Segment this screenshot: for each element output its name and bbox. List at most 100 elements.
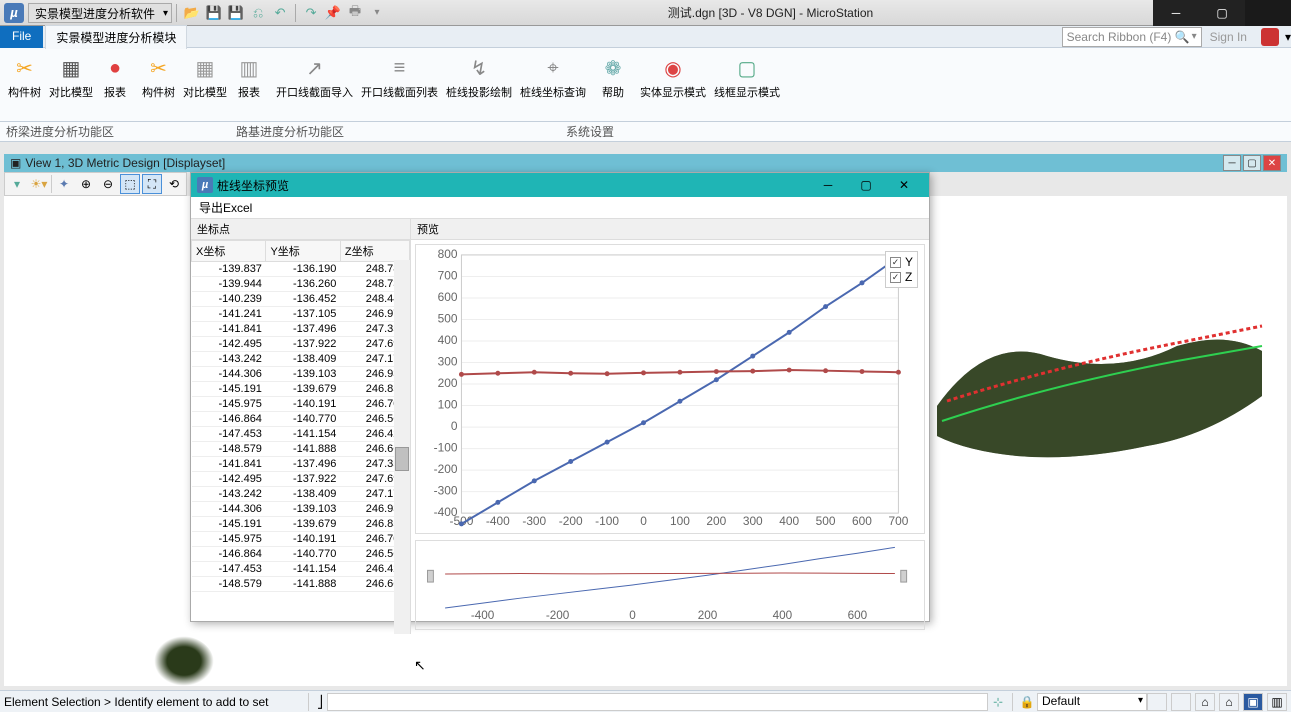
minimize-button[interactable]: ─ — [1153, 0, 1199, 26]
print-icon[interactable]: 🖶 — [346, 4, 364, 22]
ribbon-btn-11[interactable]: ◉实体显示模式 — [636, 52, 710, 102]
save-icon[interactable]: 💾 — [205, 4, 223, 22]
adjust-icon[interactable]: ✦ — [54, 174, 74, 194]
terrain-fragment — [154, 636, 214, 686]
table-row[interactable]: -139.944-136.260248.739 — [192, 277, 410, 292]
table-row[interactable]: -146.864-140.770246.563 — [192, 547, 410, 562]
ribbon-btn-9[interactable]: ⌖桩线坐标查询 — [516, 52, 590, 102]
svg-text:0: 0 — [640, 514, 647, 528]
level-dropdown[interactable]: Default — [1037, 693, 1147, 711]
sb-icon-3[interactable]: ⌂ — [1195, 693, 1215, 711]
table-row[interactable]: -139.837-136.190248.782 — [192, 262, 410, 277]
legend-y-checkbox[interactable]: ✓ — [890, 257, 901, 268]
svg-text:400: 400 — [773, 609, 793, 622]
table-row[interactable]: -147.453-141.154246.423 — [192, 562, 410, 577]
search-chevron-icon: ▾ — [1192, 31, 1197, 42]
table-row[interactable]: -141.841-137.496247.356 — [192, 322, 410, 337]
sb-icon-2[interactable] — [1171, 693, 1191, 711]
export-excel-button[interactable]: 导出Excel — [199, 201, 252, 215]
legend-z-checkbox[interactable]: ✓ — [890, 272, 901, 283]
table-row[interactable]: -142.495-137.922247.694 — [192, 472, 410, 487]
ribbon-btn-8[interactable]: ↯桩线投影绘制 — [442, 52, 516, 102]
svg-text:-200: -200 — [559, 514, 583, 528]
ribbon-btn-7[interactable]: ≡开口线截面列表 — [357, 52, 442, 102]
table-row[interactable]: -141.841-137.496247.356 — [192, 457, 410, 472]
ribbon-search[interactable]: Search Ribbon (F4) 🔍 ▾ — [1062, 27, 1202, 47]
view-close-button[interactable]: ✕ — [1263, 155, 1281, 171]
file-menu[interactable]: File — [0, 26, 43, 48]
table-row[interactable]: -146.864-140.770246.563 — [192, 412, 410, 427]
hidden-close-button — [1245, 0, 1291, 26]
table-scrollbar[interactable] — [394, 260, 410, 634]
table-row[interactable]: -148.579-141.888246.663 — [192, 442, 410, 457]
view-maximize-button[interactable]: ▢ — [1243, 155, 1261, 171]
table-row[interactable]: -145.191-139.679246.854 — [192, 382, 410, 397]
ribbon-btn-0[interactable]: ✂构件树 — [4, 52, 45, 102]
dialog-maximize-button[interactable]: ▢ — [847, 173, 885, 197]
view-header[interactable]: ▣ View 1, 3D Metric Design [Displayset] … — [4, 154, 1287, 172]
table-row[interactable]: -144.306-139.103246.931 — [192, 367, 410, 382]
zoom-in-icon[interactable]: ⊕ — [76, 174, 96, 194]
dropdown-icon[interactable]: ▾ — [368, 4, 386, 22]
workflow-dropdown[interactable]: 实景模型进度分析软件 — [28, 3, 172, 23]
snap-icon[interactable]: ⊹ — [988, 695, 1008, 709]
table-row[interactable]: -143.242-138.409247.178 — [192, 487, 410, 502]
svg-text:-100: -100 — [434, 441, 458, 455]
sb-icon-1[interactable] — [1147, 693, 1167, 711]
undo-link-icon[interactable]: ⎌ — [249, 4, 267, 22]
view-attrs-icon[interactable]: ▾ — [7, 174, 27, 194]
zoom-out-icon[interactable]: ⊖ — [98, 174, 118, 194]
ribbon-btn-3[interactable]: ✂构件树 — [138, 52, 179, 102]
undo-icon[interactable]: ↶ — [271, 4, 289, 22]
sb-icon-4[interactable]: ⌂ — [1219, 693, 1239, 711]
table-row[interactable]: -140.239-136.452248.443 — [192, 292, 410, 307]
dialog-minimize-button[interactable]: ─ — [809, 173, 847, 197]
table-row[interactable]: -145.975-140.191246.704 — [192, 397, 410, 412]
table-row[interactable]: -143.242-138.409247.178 — [192, 352, 410, 367]
window-area-icon[interactable]: ⬚ — [120, 174, 140, 194]
chart-overview[interactable]: -400-2000200400600 — [415, 540, 925, 630]
view-minimize-button[interactable]: ─ — [1223, 155, 1241, 171]
col-y[interactable]: Y坐标 — [266, 241, 340, 262]
display-style-icon[interactable]: ☀▾ — [29, 174, 49, 194]
dialog-close-button[interactable]: ✕ — [885, 173, 923, 197]
keyin-input[interactable] — [327, 693, 988, 711]
help-chevron-icon[interactable]: ▾ — [1285, 30, 1291, 44]
pin-icon[interactable]: 📌 — [324, 4, 342, 22]
sb-icon-5[interactable]: ▣ — [1243, 693, 1263, 711]
module-tab[interactable]: 实景模型进度分析模块 — [45, 25, 187, 49]
ribbon-btn-4[interactable]: ▦对比模型 — [179, 52, 231, 102]
dialog-titlebar[interactable]: µ 桩线坐标预览 ─ ▢ ✕ — [191, 173, 929, 197]
table-row[interactable]: -145.191-139.679246.854 — [192, 517, 410, 532]
col-x[interactable]: X坐标 — [192, 241, 266, 262]
rotate-icon[interactable]: ⟲ — [164, 174, 184, 194]
ribbon-btn-12[interactable]: ▢线框显示模式 — [710, 52, 784, 102]
table-row[interactable]: -141.241-137.105246.970 — [192, 307, 410, 322]
table-row[interactable]: -144.306-139.103246.931 — [192, 502, 410, 517]
ribbon-btn-2[interactable]: ●报表 — [97, 52, 133, 102]
preview-section-header: 预览 — [411, 219, 929, 240]
table-row[interactable]: -142.495-137.922247.694 — [192, 337, 410, 352]
svg-text:-400: -400 — [486, 514, 510, 528]
save-settings-icon[interactable]: 💾 — [227, 4, 245, 22]
dialog-toolbar: 导出Excel — [191, 197, 929, 219]
open-icon[interactable]: 📂 — [183, 4, 201, 22]
user-icon[interactable] — [1261, 28, 1279, 46]
chart-main[interactable]: -400-300-200-100010020030040050060070080… — [415, 244, 925, 534]
ribbon-btn-10[interactable]: ❁帮助 — [595, 52, 631, 102]
ribbon-btn-5[interactable]: ▥报表 — [231, 52, 267, 102]
lock-icon[interactable]: 🔒 — [1017, 695, 1037, 709]
menubar: File 实景模型进度分析模块 Search Ribbon (F4) 🔍 ▾ S… — [0, 26, 1291, 48]
sb-icon-6[interactable]: ▥ — [1267, 693, 1287, 711]
redo-icon[interactable]: ↷ — [302, 4, 320, 22]
maximize-button[interactable]: ▢ — [1199, 0, 1245, 26]
legend-y-label: Y — [905, 255, 913, 269]
fit-view-icon[interactable]: ⛶ — [142, 174, 162, 194]
col-z[interactable]: Z坐标 — [340, 241, 409, 262]
table-row[interactable]: -145.975-140.191246.704 — [192, 532, 410, 547]
table-row[interactable]: -147.453-141.154246.423 — [192, 427, 410, 442]
signin-link[interactable]: Sign In — [1210, 30, 1247, 44]
table-row[interactable]: -148.579-141.888246.663 — [192, 577, 410, 592]
ribbon-btn-6[interactable]: ↗开口线截面导入 — [272, 52, 357, 102]
ribbon-btn-1[interactable]: ▦对比模型 — [45, 52, 97, 102]
